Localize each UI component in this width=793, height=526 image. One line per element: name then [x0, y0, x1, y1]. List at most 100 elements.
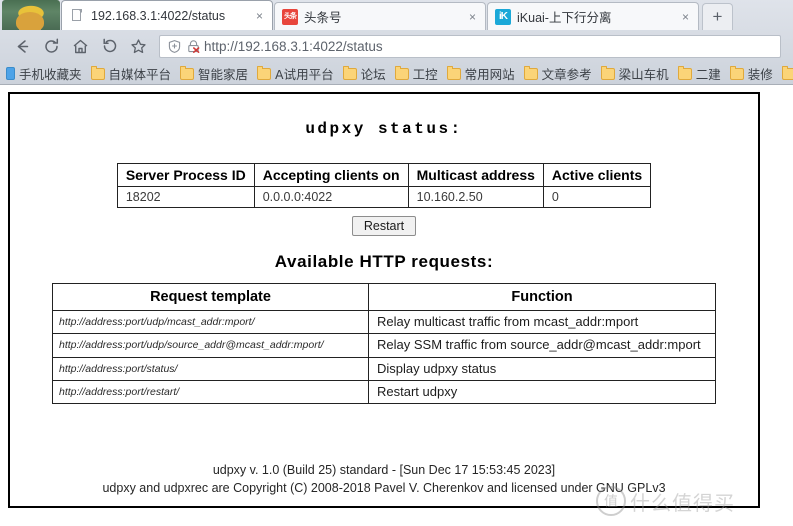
- tab-close-icon[interactable]: ×: [455, 11, 481, 23]
- column-header-request-template: Request template: [52, 283, 369, 311]
- bookmarks-bar: 手机收藏夹 自媒体平台 智能家居 A试用平台 论坛 工控 常用网站 文章参考 梁…: [0, 62, 793, 85]
- bookmark-label: 梁山车机: [618, 67, 669, 82]
- tab-toutiao[interactable]: 头条 头条号 ×: [274, 2, 486, 30]
- server-status-table: Server Process ID Accepting clients on M…: [116, 163, 652, 208]
- cell-multicast-address: 10.160.2.50: [407, 186, 544, 208]
- bookmark-label: 智能家居: [198, 67, 249, 82]
- tab-title: 头条号: [304, 11, 342, 25]
- folder-icon: [600, 65, 615, 80]
- insecure-lock-icon[interactable]: [185, 38, 201, 54]
- home-button[interactable]: [66, 33, 95, 59]
- table-row: http://address:port/restart/ Restart udp…: [52, 379, 716, 405]
- cell-active-clients: 0: [542, 186, 652, 208]
- bookmark-label: 手机收藏夹: [19, 67, 82, 82]
- column-header-accepting-clients-on: Accepting clients on: [253, 163, 409, 187]
- cell-server-process-id: 18202: [116, 186, 255, 208]
- status-table-container: Server Process ID Accepting clients on M…: [10, 163, 758, 208]
- cell-function: Display udpxy status: [368, 356, 716, 381]
- tab-title: 192.168.3.1:4022/status: [91, 8, 226, 23]
- new-tab-button[interactable]: +: [702, 3, 733, 30]
- table-row: http://address:port/status/ Display udpx…: [52, 356, 716, 381]
- table-row: http://address:port/udp/source_addr@mcas…: [52, 333, 716, 358]
- folder-icon: [446, 65, 461, 80]
- folder-icon: [180, 65, 195, 80]
- bookmark-folder-2[interactable]: 智能家居: [180, 64, 248, 83]
- bookmark-label: 装修: [747, 67, 773, 82]
- bookmark-star-icon[interactable]: [124, 33, 153, 59]
- column-header-active-clients: Active clients: [542, 163, 652, 187]
- table-header-row: Server Process ID Accepting clients on M…: [116, 163, 652, 187]
- column-header-server-process-id: Server Process ID: [116, 163, 255, 187]
- folder-icon: [729, 65, 744, 80]
- bookmark-folder-1[interactable]: 自媒体平台: [90, 64, 172, 83]
- available-http-requests-heading: Available HTTP requests:: [274, 252, 494, 271]
- cell-request-template: http://address:port/status/: [52, 356, 369, 381]
- phone-icon: [6, 67, 15, 80]
- restart-button[interactable]: Restart: [351, 216, 417, 236]
- cell-function: Relay multicast traffic from mcast_addr:…: [368, 309, 716, 335]
- reload-button[interactable]: [37, 33, 66, 59]
- footer-copyright-line: udpxy and udpxrec are Copyright (C) 2008…: [102, 480, 666, 495]
- cell-request-template: http://address:port/udp/mcast_addr:mport…: [52, 309, 369, 335]
- udpxy-status-page: udpxy status: Server Process ID Acceptin…: [8, 92, 760, 508]
- tab-title: iKuai-上下行分离: [517, 11, 612, 25]
- tab-close-icon[interactable]: ×: [668, 11, 694, 23]
- bookmark-label: A试用平台: [275, 67, 334, 82]
- navigation-toolbar: http://192.168.3.1:4022/status: [0, 30, 793, 62]
- page-viewport: udpxy status: Server Process ID Acceptin…: [0, 85, 793, 526]
- bookmark-folder-10[interactable]: 装修: [729, 64, 773, 83]
- bookmark-folder-5[interactable]: 工控: [394, 64, 438, 83]
- bookmark-label: 二建: [695, 67, 721, 82]
- tab-ikuai[interactable]: iK iKuai-上下行分离 ×: [487, 2, 699, 30]
- bookmark-label: 论坛: [360, 67, 386, 82]
- bookmark-phone-favorites[interactable]: 手机收藏夹: [6, 64, 82, 83]
- table-row: http://address:port/udp/mcast_addr:mport…: [52, 309, 716, 335]
- bookmark-folder-overflow[interactable]: [781, 65, 793, 80]
- tab-close-icon[interactable]: ×: [242, 10, 268, 22]
- folder-icon: [90, 65, 105, 80]
- footer-version-line: udpxy v. 1.0 (Build 25) standard - [Sun …: [212, 462, 556, 477]
- restart-button-container: Restart: [10, 216, 758, 236]
- cell-request-template: http://address:port/udp/source_addr@mcas…: [52, 333, 369, 358]
- shield-icon[interactable]: [166, 38, 182, 54]
- cell-accepting-clients-on: 0.0.0.0:4022: [253, 186, 409, 208]
- cell-request-template: http://address:port/restart/: [52, 379, 369, 405]
- folder-icon: [781, 65, 793, 80]
- page-footer: udpxy v. 1.0 (Build 25) standard - [Sun …: [10, 461, 758, 497]
- tab-strip: 192.168.3.1:4022/status × 头条 头条号 × iK iK…: [0, 0, 793, 30]
- folder-icon: [257, 65, 272, 80]
- folder-icon: [342, 65, 357, 80]
- address-bar[interactable]: http://192.168.3.1:4022/status: [159, 34, 781, 58]
- column-header-function: Function: [368, 283, 716, 311]
- column-header-multicast-address: Multicast address: [407, 163, 544, 187]
- cell-function: Relay SSM traffic from source_addr@mcast…: [368, 333, 716, 358]
- user-profile-photo[interactable]: [2, 0, 60, 30]
- bookmark-label: 文章参考: [541, 67, 592, 82]
- folder-icon: [677, 65, 692, 80]
- bookmark-folder-7[interactable]: 文章参考: [523, 64, 592, 83]
- tab-status-page[interactable]: 192.168.3.1:4022/status ×: [61, 0, 273, 30]
- table-header-row: Request template Function: [52, 283, 716, 311]
- ikuai-icon: iK: [495, 8, 511, 25]
- requests-table-container: Request template Function http://address…: [10, 272, 758, 405]
- bookmark-label: 自媒体平台: [108, 67, 172, 82]
- toutiao-icon: 头条: [282, 8, 298, 25]
- bookmark-folder-4[interactable]: 论坛: [342, 64, 386, 83]
- page-title: udpxy status:: [305, 120, 463, 138]
- folder-icon: [523, 65, 538, 80]
- bookmark-folder-8[interactable]: 梁山车机: [600, 64, 669, 83]
- table-row: 18202 0.0.0.0:4022 10.160.2.50 0: [116, 186, 652, 208]
- folder-icon: [394, 65, 409, 80]
- bookmark-folder-9[interactable]: 二建: [677, 64, 721, 83]
- cell-function: Restart udpxy: [368, 379, 716, 405]
- bookmark-label: 常用网站: [464, 67, 515, 82]
- back-button[interactable]: [8, 33, 37, 59]
- http-requests-table: Request template Function http://address…: [52, 283, 716, 405]
- undo-close-tab-button[interactable]: [95, 33, 124, 59]
- browser-window: 192.168.3.1:4022/status × 头条 头条号 × iK iK…: [0, 0, 793, 526]
- bookmark-folder-6[interactable]: 常用网站: [446, 64, 515, 83]
- page-icon: [69, 8, 85, 24]
- bookmark-folder-3[interactable]: A试用平台: [257, 64, 334, 83]
- browser-chrome: 192.168.3.1:4022/status × 头条 头条号 × iK iK…: [0, 0, 793, 85]
- url-text: http://192.168.3.1:4022/status: [204, 38, 383, 54]
